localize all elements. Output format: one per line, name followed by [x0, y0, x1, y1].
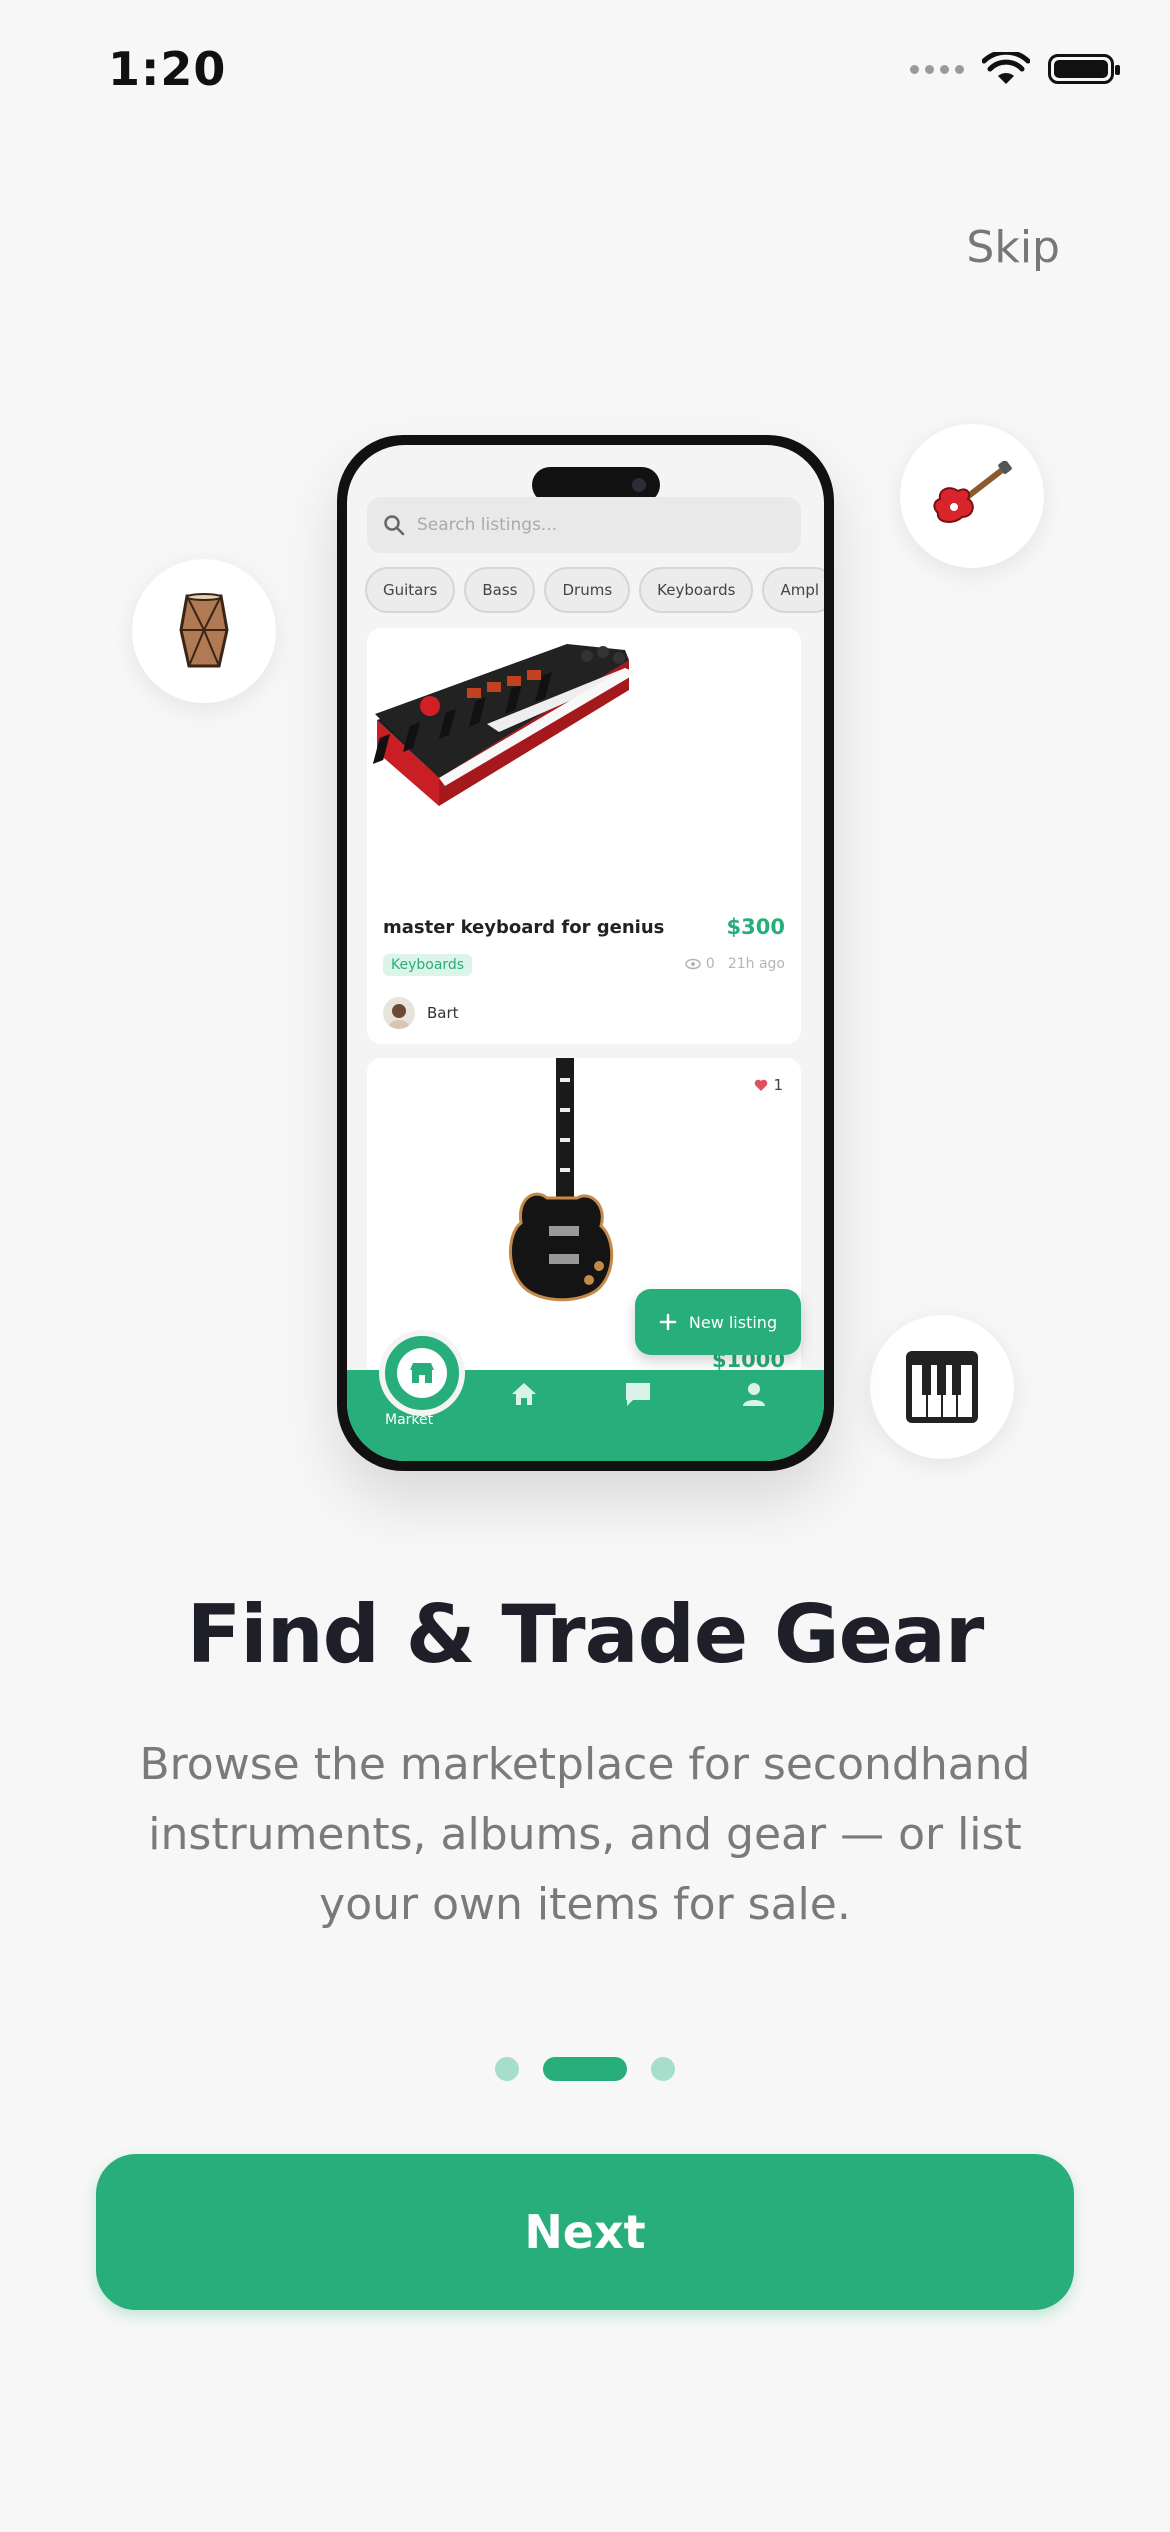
cellular-signal-icon — [910, 64, 964, 74]
heart-icon — [755, 1079, 768, 1091]
mock-search-bar: Search listings... — [367, 497, 801, 553]
chip-keyboards: Keyboards — [639, 567, 754, 613]
status-icons — [910, 52, 1120, 86]
tab-market-label: Market — [385, 1412, 434, 1428]
store-icon — [410, 1363, 434, 1383]
listing-time: 21h ago — [727, 956, 785, 972]
profile-icon — [743, 1383, 765, 1406]
skip-button[interactable]: Skip — [966, 222, 1060, 273]
onboarding-pagination — [0, 2057, 1170, 2081]
chip-guitars: Guitars — [365, 567, 456, 613]
drum-icon — [179, 593, 229, 668]
status-time: 1:20 — [108, 42, 227, 96]
listing-meta: 0 21h ago — [685, 956, 785, 972]
drum-bubble — [132, 559, 276, 703]
listing-title: master keyboard for genius — [383, 917, 665, 938]
chip-drums: Drums — [544, 567, 631, 613]
page-title: Find & Trade Gear — [186, 1588, 985, 1681]
page-dot-1[interactable] — [495, 2057, 519, 2081]
tab-market — [379, 1330, 465, 1416]
chip-bass: Bass — [464, 567, 536, 613]
phone-screen: Search listings... Guitars Bass Drums Ke… — [347, 445, 824, 1461]
phone-mockup: Search listings... Guitars Bass Drums Ke… — [337, 435, 834, 1471]
search-icon — [384, 515, 405, 536]
listing-seller: Bart — [383, 997, 459, 1029]
piano-bubble — [870, 1315, 1014, 1459]
electric-guitar-icon — [933, 461, 1012, 523]
listing-card: master keyboard for genius $300 Keyboard… — [367, 628, 801, 1044]
page-subtitle: Browse the marketplace for secondhand in… — [139, 1739, 1031, 1930]
likes-counter: 1 — [754, 1076, 783, 1094]
eye-icon — [685, 958, 701, 970]
seller-name: Bart — [427, 1004, 459, 1022]
next-button[interactable]: Next — [96, 2154, 1074, 2310]
new-listing-button: New listing — [635, 1289, 801, 1355]
category-chips: Guitars Bass Drums Keyboards Ampl — [365, 567, 824, 613]
mock-tab-bar: Market — [347, 1330, 824, 1461]
avatar — [383, 997, 415, 1029]
midi-keyboard-image — [367, 628, 801, 903]
page-dot-3[interactable] — [651, 2057, 675, 2081]
search-placeholder: Search listings... — [417, 515, 558, 535]
battery-icon — [1048, 54, 1120, 84]
listing-price: $300 — [726, 915, 785, 939]
piano-keys-icon — [906, 1351, 978, 1423]
guitar-bubble — [900, 424, 1044, 568]
wifi-icon — [982, 52, 1030, 84]
plus-icon — [659, 1313, 677, 1331]
new-listing-label: New listing — [688, 1312, 778, 1332]
home-icon — [512, 1383, 536, 1405]
page-dot-2-active[interactable] — [543, 2057, 627, 2081]
chip-amps: Ampl — [762, 567, 824, 613]
listing-views: 0 — [705, 956, 715, 972]
listing-category-tag: Keyboards — [383, 954, 473, 976]
likes-count: 1 — [773, 1076, 783, 1094]
chat-icon — [626, 1383, 650, 1406]
